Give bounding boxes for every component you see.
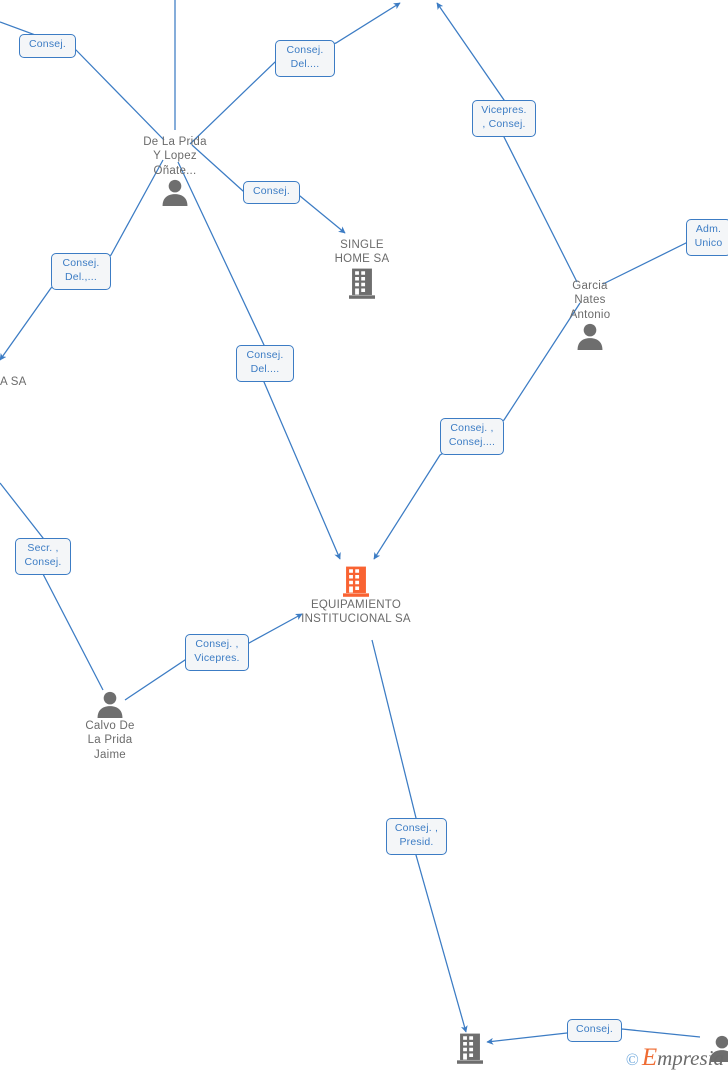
building-icon bbox=[343, 566, 369, 597]
graph-node-calvo-de-la-prida-jaime[interactable]: Calvo De La Prida Jaime bbox=[50, 691, 170, 763]
edge-label[interactable]: Consej. bbox=[567, 1019, 622, 1042]
edge-label[interactable]: Adm. Unico bbox=[686, 219, 728, 256]
node-label: De La Prida Y Lopez Oñate... bbox=[143, 135, 207, 177]
graph-node-bottom-right-person[interactable] bbox=[662, 1035, 728, 1062]
graph-edge[interactable] bbox=[0, 482, 104, 691]
graph-node-single-home-sa[interactable]: SINGLE HOME SA bbox=[302, 238, 422, 299]
edge-label[interactable]: Consej. Del.... bbox=[275, 40, 335, 77]
edge-label[interactable]: Secr. , Consej. bbox=[15, 538, 71, 575]
edge-label[interactable]: Consej. bbox=[19, 34, 76, 58]
edge-label[interactable]: Consej. , Vicepres. bbox=[185, 634, 249, 671]
clipped-node-label: A SA bbox=[0, 376, 27, 388]
node-label: Garcia Nates Antonio bbox=[569, 279, 611, 321]
building-icon bbox=[349, 268, 375, 299]
building-icon bbox=[457, 1033, 483, 1064]
edge-label[interactable]: Consej. Del.,... bbox=[51, 253, 111, 290]
graph-edge[interactable] bbox=[436, 2, 578, 283]
graph-node-de-la-prida-y-lopez-onate[interactable]: De La Prida Y Lopez Oñate... bbox=[115, 135, 235, 206]
person-icon bbox=[160, 179, 190, 206]
relationship-graph-canvas[interactable]: De La Prida Y Lopez Oñate... SINGLE HOME … bbox=[0, 0, 728, 1070]
graph-node-equipamiento-institucional-sa[interactable]: EQUIPAMIENTO INSTITUCIONAL SA bbox=[296, 566, 416, 627]
graph-node-bottom-company[interactable] bbox=[410, 1033, 530, 1064]
person-icon bbox=[575, 323, 605, 350]
node-label: Calvo De La Prida Jaime bbox=[85, 719, 135, 761]
node-label: EQUIPAMIENTO INSTITUCIONAL SA bbox=[301, 598, 411, 626]
edge-label[interactable]: Consej. bbox=[243, 181, 300, 204]
edge-label[interactable]: Consej. Del.... bbox=[236, 345, 294, 382]
edge-label[interactable]: Consej. , Presid. bbox=[386, 818, 447, 855]
node-label: SINGLE HOME SA bbox=[334, 238, 390, 266]
graph-node-garcia-nates-antonio[interactable]: Garcia Nates Antonio bbox=[530, 279, 650, 350]
edge-layer bbox=[0, 0, 728, 1045]
edge-label[interactable]: Consej. , Consej.... bbox=[440, 418, 504, 455]
person-icon bbox=[95, 691, 125, 718]
person-icon bbox=[707, 1035, 728, 1062]
edge-label[interactable]: Vicepres. , Consej. bbox=[472, 100, 536, 137]
